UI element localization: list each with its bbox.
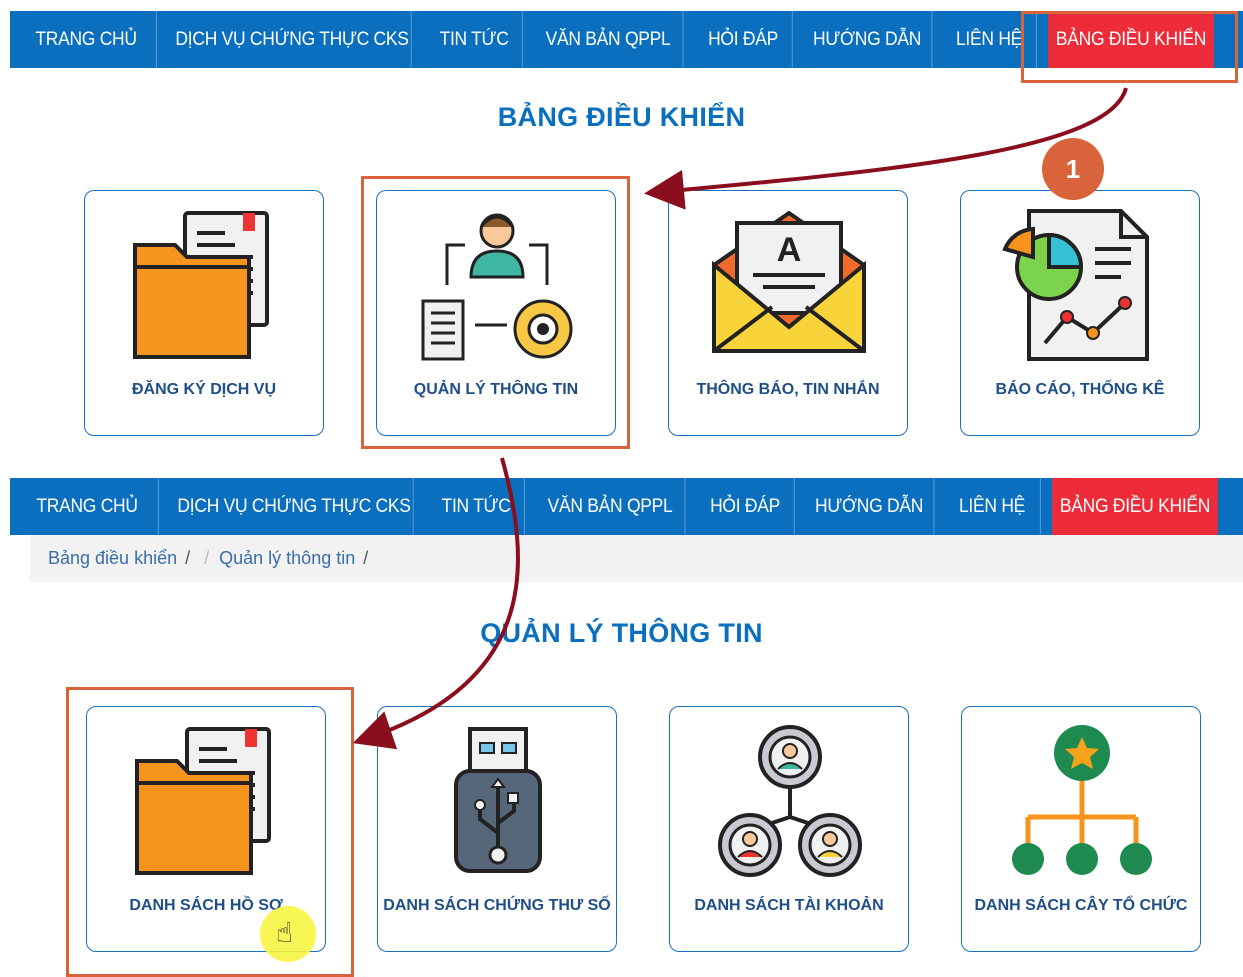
card-account-list[interactable]: DANH SÁCH TÀI KHOẢN: [669, 706, 909, 952]
folder-document-icon: [133, 211, 269, 359]
nav-item-legal-docs[interactable]: VĂN BẢN QPPL: [534, 11, 684, 68]
nav-item-guide[interactable]: HƯỚNG DẪN: [805, 478, 935, 535]
nav-item-services[interactable]: DỊCH VỤ CHỨNG THỰC CKS: [173, 11, 412, 68]
nav-item-faq[interactable]: HỎI ĐÁP: [696, 478, 795, 535]
card-org-tree-list[interactable]: DANH SÁCH CÂY TỔ CHỨC: [961, 706, 1201, 952]
breadcrumb-item-info-management[interactable]: Quản lý thông tin: [219, 548, 355, 569]
nav-item-legal-docs[interactable]: VĂN BẢN QPPL: [536, 478, 686, 535]
usb-token-icon: [454, 727, 542, 873]
top-nav-bar: TRANG CHỦ DỊCH VỤ CHỨNG THỰC CKS TIN TỨC…: [10, 11, 1243, 68]
user-gear-workflow-icon: [421, 213, 573, 361]
org-tree-icon: [1012, 725, 1152, 875]
secondary-nav-bar: TRANG CHỦ DỊCH VỤ CHỨNG THỰC CKS TIN TỨC…: [10, 478, 1243, 535]
card-label: QUẢN LÝ THÔNG TIN: [413, 381, 579, 398]
card-label: DANH SÁCH TÀI KHOẢN: [694, 897, 884, 914]
nav-item-dashboard[interactable]: BẢNG ĐIỀU KHIỂN: [1048, 11, 1214, 68]
pointer-hand-icon: ☝: [276, 917, 294, 948]
card-register-service[interactable]: ĐĂNG KÝ DỊCH VỤ: [84, 190, 324, 436]
card-info-management[interactable]: QUẢN LÝ THÔNG TIN: [376, 190, 616, 436]
svg-text:A: A: [777, 231, 802, 269]
nav-item-guide[interactable]: HƯỚNG DẪN: [803, 11, 933, 68]
breadcrumb-separator: /: [363, 548, 369, 568]
card-label: BÁO CÁO, THỐNG KÊ: [995, 381, 1165, 398]
card-notifications[interactable]: A THÔNG BÁO, TIN NHẮN: [668, 190, 908, 436]
card-label: DANH SÁCH CÂY TỔ CHỨC: [974, 897, 1188, 914]
folder-document-icon: [135, 727, 271, 875]
breadcrumb-separator: /: [185, 548, 191, 568]
breadcrumb: Bảng điều khiển / / Quản lý thông tin /: [30, 535, 1243, 582]
card-label: THÔNG BÁO, TIN NHẮN: [696, 381, 880, 398]
nav-item-news[interactable]: TIN TỨC: [428, 478, 525, 535]
nav-item-services[interactable]: DỊCH VỤ CHỨNG THỰC CKS: [175, 478, 414, 535]
nav-item-faq[interactable]: HỎI ĐÁP: [694, 11, 793, 68]
step-number-badge: 1: [1042, 138, 1104, 200]
nav-item-news[interactable]: TIN TỨC: [426, 11, 523, 68]
card-reports[interactable]: BÁO CÁO, THỐNG KÊ: [960, 190, 1200, 436]
nav-item-home[interactable]: TRANG CHỦ: [16, 11, 157, 68]
envelope-letter-icon: A: [712, 210, 866, 353]
nav-item-home[interactable]: TRANG CHỦ: [16, 478, 159, 535]
nav-item-contact[interactable]: LIÊN HỆ: [944, 478, 1041, 535]
nav-item-dashboard[interactable]: BẢNG ĐIỀU KHIỂN: [1052, 478, 1218, 535]
dashboard-title: BẢNG ĐIỀU KHIỂN: [497, 102, 746, 132]
breadcrumb-separator: /: [204, 548, 210, 568]
user-network-icon: [718, 725, 862, 877]
nav-item-contact[interactable]: LIÊN HỆ: [942, 11, 1037, 68]
report-chart-icon: [1002, 209, 1149, 361]
card-label: DANH SÁCH CHỨNG THƯ SỐ: [383, 897, 611, 914]
info-management-title: QUẢN LÝ THÔNG TIN: [480, 618, 763, 648]
card-certificate-list[interactable]: DANH SÁCH CHỨNG THƯ SỐ: [377, 706, 617, 952]
card-label: ĐĂNG KÝ DỊCH VỤ: [131, 381, 276, 398]
breadcrumb-item-dashboard[interactable]: Bảng điều khiển: [48, 548, 177, 569]
